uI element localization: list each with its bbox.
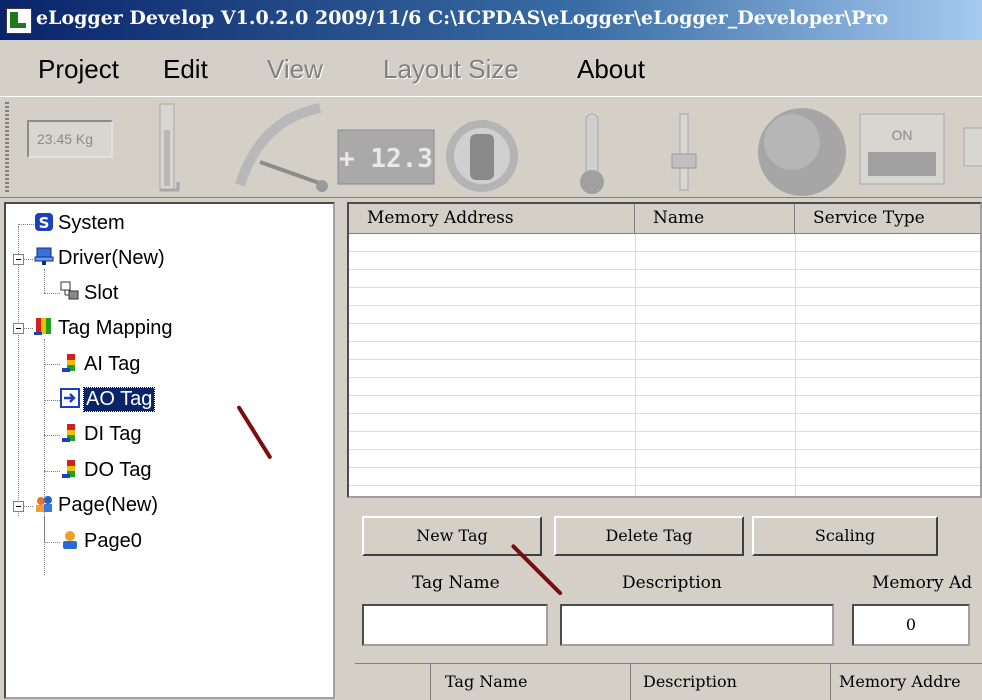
table-row[interactable] bbox=[349, 324, 980, 342]
tag-icon bbox=[62, 354, 75, 372]
tree-item-di-tag[interactable]: DI Tag bbox=[84, 423, 141, 446]
menu-bar: Project Edit View Layout Size About bbox=[0, 40, 982, 96]
meter-display-icon[interactable]: 23.45 Kg bbox=[27, 120, 113, 158]
tree-item-system[interactable]: System bbox=[58, 212, 125, 235]
menu-view[interactable]: View bbox=[267, 54, 323, 85]
table-row[interactable] bbox=[349, 342, 980, 360]
tag-name-input[interactable] bbox=[362, 604, 548, 646]
expander-tag-mapping[interactable] bbox=[13, 323, 24, 334]
menu-edit[interactable]: Edit bbox=[163, 54, 208, 85]
page-group-icon bbox=[36, 496, 52, 512]
table-row[interactable] bbox=[349, 468, 980, 486]
arrow-right-icon bbox=[60, 388, 80, 408]
menu-layout-size[interactable]: Layout Size bbox=[383, 54, 519, 85]
project-tree[interactable]: S System Driver(New) Slot Tag Mapping AI… bbox=[4, 202, 335, 699]
table-row[interactable] bbox=[349, 378, 980, 396]
tree-item-ai-tag[interactable]: AI Tag bbox=[84, 353, 140, 376]
memory-address-label: Memory Ad bbox=[872, 573, 973, 593]
table-row[interactable] bbox=[349, 432, 980, 450]
table-row[interactable] bbox=[349, 486, 980, 496]
menu-project[interactable]: Project bbox=[38, 54, 119, 85]
vertical-bar-icon[interactable] bbox=[159, 103, 180, 192]
app-icon[interactable] bbox=[6, 8, 32, 34]
slot-icon bbox=[60, 281, 79, 300]
expander-driver[interactable] bbox=[13, 254, 24, 265]
expander-page[interactable] bbox=[13, 501, 24, 512]
toolbar-grip[interactable] bbox=[5, 102, 9, 192]
table-row[interactable] bbox=[349, 306, 980, 324]
column-header-memory-address[interactable]: Memory Addre bbox=[831, 664, 982, 700]
table-row[interactable] bbox=[349, 252, 980, 270]
table-row[interactable] bbox=[349, 414, 980, 432]
menu-about[interactable]: About bbox=[577, 54, 645, 85]
thermometer-icon[interactable] bbox=[580, 113, 604, 194]
textbox-icon[interactable] bbox=[963, 127, 982, 167]
tree-item-page0[interactable]: Page0 bbox=[84, 530, 142, 553]
table-row[interactable] bbox=[349, 234, 980, 252]
window-title: eLogger Develop V1.0.2.0 2009/11/6 C:\IC… bbox=[36, 7, 889, 29]
description-input[interactable] bbox=[560, 604, 834, 646]
table-row[interactable] bbox=[349, 288, 980, 306]
gauge-icon[interactable] bbox=[235, 103, 328, 192]
description-label: Description bbox=[622, 573, 722, 593]
tag-icon bbox=[62, 424, 75, 442]
table-row[interactable] bbox=[349, 450, 980, 468]
tag-icon bbox=[62, 460, 75, 478]
digital-display-value: + 12.3 bbox=[339, 144, 433, 174]
tree-item-page[interactable]: Page(New) bbox=[58, 494, 158, 517]
toolbar-tools: + 12.3 ON bbox=[159, 103, 982, 196]
tag-name-label: Tag Name bbox=[412, 573, 500, 593]
digital-display-icon[interactable]: + 12.3 bbox=[337, 129, 435, 185]
tree-item-driver[interactable]: Driver(New) bbox=[58, 247, 165, 270]
tree-item-tag-mapping[interactable]: Tag Mapping bbox=[58, 317, 173, 340]
scaling-button[interactable]: Scaling bbox=[752, 516, 938, 556]
table-row[interactable] bbox=[349, 270, 980, 288]
page-icon bbox=[63, 531, 77, 549]
tag-grid[interactable]: Memory Address Name Service Type bbox=[347, 202, 982, 498]
driver-icon bbox=[34, 247, 54, 265]
column-header-description[interactable]: Description bbox=[631, 664, 831, 700]
row-selector-header bbox=[355, 664, 431, 700]
tree-item-slot[interactable]: Slot bbox=[84, 282, 118, 305]
tree-item-do-tag[interactable]: DO Tag bbox=[84, 459, 151, 482]
delete-tag-button[interactable]: Delete Tag bbox=[554, 516, 744, 556]
column-header-name[interactable]: Name bbox=[635, 204, 795, 234]
table-row[interactable] bbox=[349, 360, 980, 378]
tree-item-ao-tag[interactable]: AO Tag bbox=[82, 387, 156, 412]
switch-label: ON bbox=[892, 127, 913, 143]
table-row[interactable] bbox=[349, 396, 980, 414]
column-header-tag-name[interactable]: Tag Name bbox=[431, 664, 631, 700]
traffic-light-icon[interactable] bbox=[446, 120, 518, 192]
svg-text:S: S bbox=[39, 214, 50, 232]
system-icon: S bbox=[35, 213, 53, 232]
switch-icon[interactable]: ON bbox=[859, 113, 945, 185]
column-header-service-type[interactable]: Service Type bbox=[795, 204, 980, 234]
slider-icon[interactable] bbox=[671, 113, 697, 191]
column-header-memory-address[interactable]: Memory Address bbox=[349, 204, 635, 234]
memory-address-input[interactable]: 0 bbox=[852, 604, 970, 646]
panel-splitter[interactable] bbox=[336, 198, 346, 699]
round-led-icon[interactable] bbox=[758, 108, 846, 196]
tag-list-header: Tag Name Description Memory Addre bbox=[355, 663, 982, 700]
tag-mapping-icon bbox=[34, 318, 51, 335]
